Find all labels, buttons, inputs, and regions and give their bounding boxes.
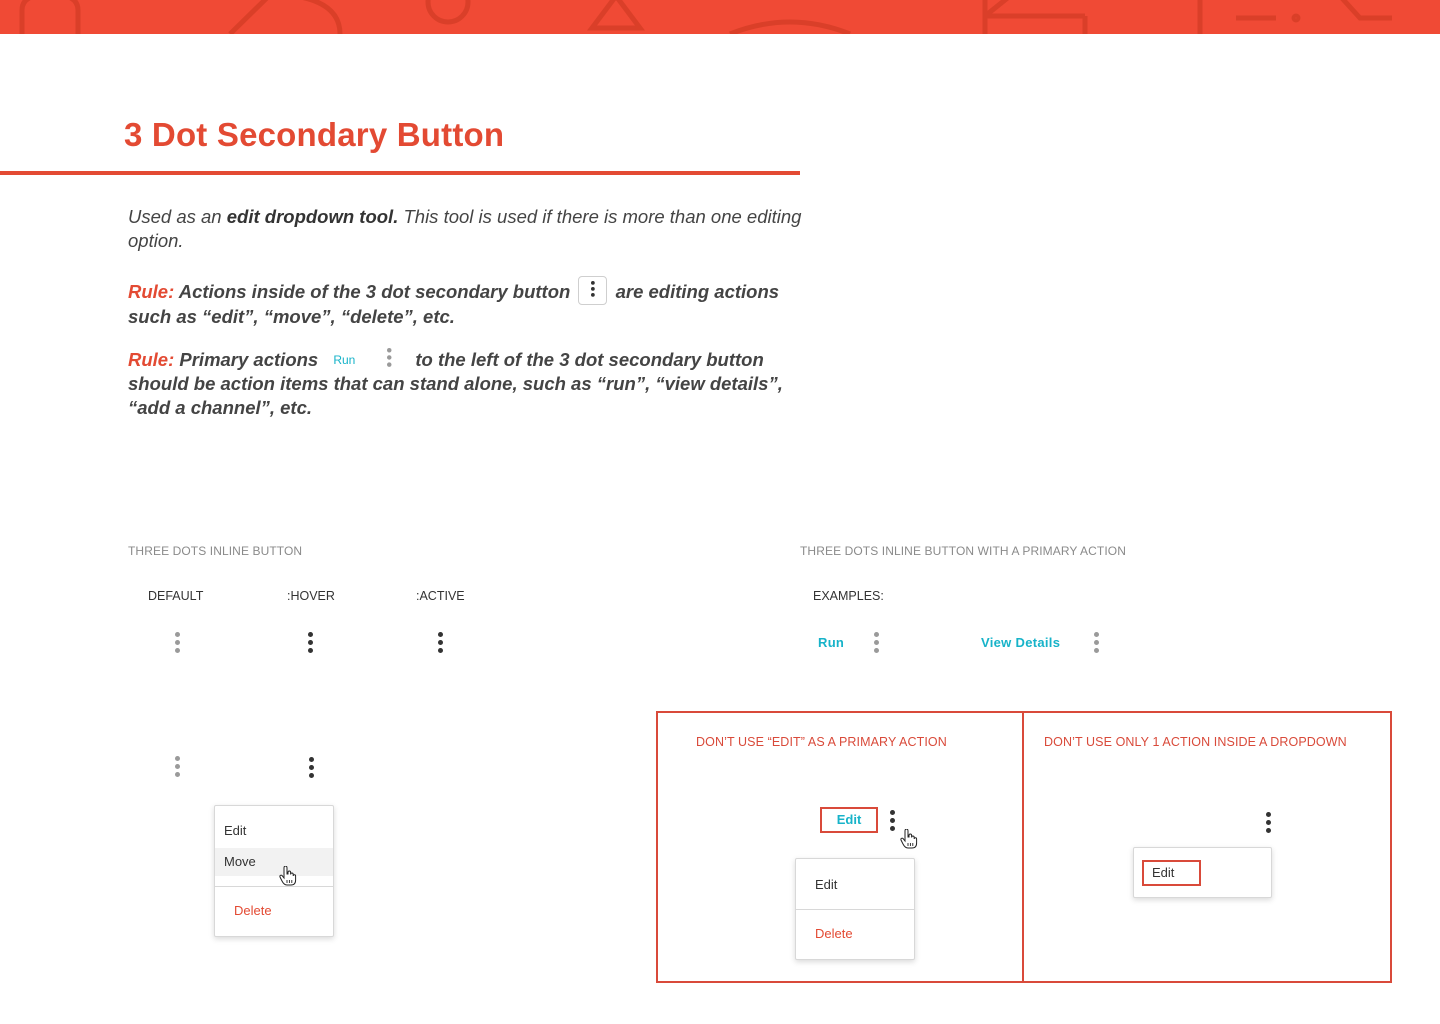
three-dots-icon [387,348,392,370]
menu-item-delete[interactable]: Delete [796,926,914,941]
banner-pattern-icon [19,0,1392,34]
three-dots-button-dont-left[interactable] [890,810,896,834]
three-dots-button-open[interactable] [309,757,315,781]
menu-divider [215,886,333,887]
rule-1-text-a: Actions inside of the 3 dot secondary bu… [174,281,576,302]
run-link[interactable]: Run [818,635,844,650]
inline-section-heading: THREE DOTS INLINE BUTTON [128,544,303,558]
three-dots-button-view-details-example[interactable] [1094,632,1100,656]
three-dots-button-active[interactable] [438,632,444,656]
menu-item-edit[interactable]: Edit [1142,860,1201,886]
title-divider [0,171,800,175]
primary-section-heading: THREE DOTS INLINE BUTTON WITH A PRIMARY … [800,544,1126,558]
rule-label: Rule: [128,349,175,370]
rule-1-text: Rule: Actions inside of the 3 dot second… [128,276,818,329]
dont-single-action-heading: DON’T USE ONLY 1 ACTION INSIDE A DROPDOW… [1044,735,1347,749]
examples-label: EXAMPLES: [813,589,884,603]
dont-examples-box [656,711,1392,983]
intro-text: Used as an edit dropdown tool. This tool… [128,205,818,253]
state-label-hover: :HOVER [287,589,335,603]
rule-2-text: Rule: Primary actions Run to the left of … [128,348,828,420]
rule-label: Rule: [128,281,175,302]
dropdown-menu-dont-left: Edit Delete [795,858,915,960]
dont-examples-divider [1022,711,1024,983]
dont-edit-primary-heading: DON’T USE “EDIT” AS A PRIMARY ACTION [696,735,947,749]
header-banner [0,0,1440,34]
three-dots-button-dont-right[interactable] [1266,812,1272,836]
three-dots-button-hover[interactable] [308,632,314,656]
state-label-default: DEFAULT [148,589,204,603]
menu-item-edit[interactable]: Edit [796,877,914,892]
view-details-link[interactable]: View Details [981,635,1060,650]
inline-three-dots-example [383,348,397,370]
page-title: 3 Dot Secondary Button [124,116,505,153]
hand-cursor-icon [900,829,918,849]
three-dots-icon [591,281,596,299]
menu-divider [796,909,914,910]
menu-item-delete[interactable]: Delete [215,903,333,918]
dropdown-menu: Edit Move Delete [214,805,334,937]
state-label-active: :ACTIVE [416,589,465,603]
intro-text-bold: edit dropdown tool. [226,206,399,227]
hand-cursor-icon [279,866,297,886]
inline-three-dots-button-example [578,276,608,305]
intro-text-a: Used as an [128,206,227,227]
menu-item-edit[interactable]: Edit [215,823,333,838]
rule-2-text-a: Primary actions [174,349,324,370]
edit-primary-button-example[interactable]: Edit [820,807,878,833]
dropdown-menu-dont-right: Edit [1133,847,1272,898]
inline-run-link-example: Run [333,353,356,367]
three-dots-button-default[interactable] [175,632,181,656]
menu-item-move[interactable]: Move [215,848,333,876]
three-dots-button-default-2[interactable] [175,756,181,780]
three-dots-button-run-example[interactable] [874,632,880,656]
